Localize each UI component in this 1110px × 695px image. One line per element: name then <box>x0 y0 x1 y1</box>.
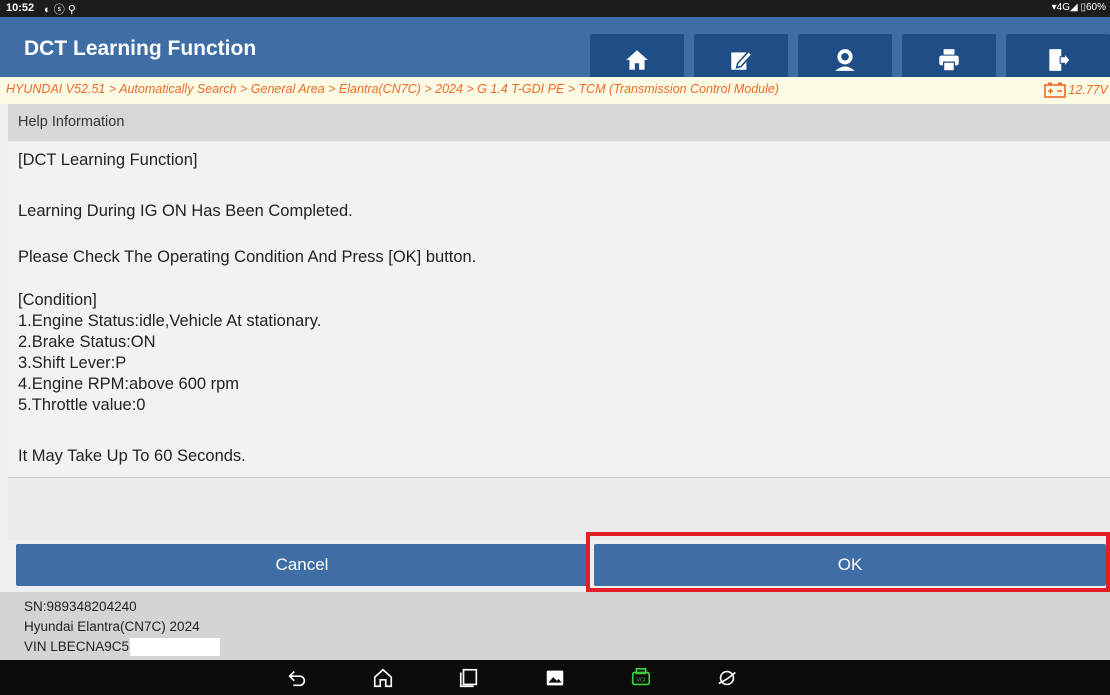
vci-button[interactable]: VCI <box>629 666 653 690</box>
help-information-header: Help Information <box>8 104 1110 141</box>
exit-icon <box>1049 49 1071 71</box>
serial-number: SN:989348204240 <box>24 599 137 614</box>
title-bar: DCT Learning Function <box>0 17 1110 86</box>
help-content: [DCT Learning Function] Learning During … <box>8 141 1110 478</box>
back-icon <box>288 670 306 687</box>
gallery-icon <box>546 670 564 686</box>
navigation-bar: VCI <box>0 660 1110 695</box>
ok-button[interactable]: OK <box>594 544 1106 586</box>
condition-item: 4.Engine RPM:above 600 rpm <box>18 375 240 393</box>
home-icon <box>626 50 648 70</box>
back-button[interactable] <box>285 666 309 690</box>
recents-button[interactable] <box>457 666 481 690</box>
vin-redaction <box>130 638 221 657</box>
page-title: DCT Learning Function <box>24 37 257 60</box>
action-buttons: Cancel OK <box>0 540 1110 592</box>
gallery-button[interactable] <box>543 666 567 690</box>
status-time: 10:52 <box>6 2 35 14</box>
condition-title: [Condition] <box>18 291 97 309</box>
condition-item: 3.Shift Lever:P <box>18 354 127 372</box>
content-footer: It May Take Up To 60 Seconds. <box>18 447 246 465</box>
empty-area <box>8 478 1110 540</box>
status-bar: 10:52 ◐ ⓢ ⚲ ▾4G◢ ▯60% <box>0 0 1110 17</box>
condition-item: 1.Engine Status:idle,Vehicle At stationa… <box>18 312 322 330</box>
print-icon <box>939 49 959 72</box>
breadcrumb: HYUNDAI V52.51 > Automatically Search > … <box>0 77 1110 104</box>
recents-icon <box>459 668 478 688</box>
vehicle-info: SN:989348204240 Hyundai Elantra(CN7C) 20… <box>0 592 1110 660</box>
browser-button[interactable] <box>715 666 739 690</box>
content-heading: [DCT Learning Function] <box>18 151 198 169</box>
browser-icon <box>718 670 736 686</box>
svg-text:VCI: VCI <box>636 678 646 684</box>
vci-icon: VCI <box>631 668 651 686</box>
content-line-completed: Learning During IG ON Has Been Completed… <box>18 202 353 220</box>
status-icons: ◐ ⓢ ⚲ <box>44 4 76 16</box>
status-right: ▾4G◢ ▯60% <box>1051 2 1106 13</box>
condition-item: 2.Brake Status:ON <box>18 333 156 351</box>
user-icon <box>835 49 855 71</box>
home-nav-icon <box>373 668 393 688</box>
condition-item: 5.Throttle value:0 <box>18 396 146 414</box>
voltage-value: 12.77V <box>1068 83 1108 97</box>
home-nav-button[interactable] <box>371 666 395 690</box>
cancel-button[interactable]: Cancel <box>16 544 588 586</box>
vehicle-model: Hyundai Elantra(CN7C) 2024 <box>24 619 200 634</box>
battery-voltage: 12.77V <box>1044 78 1108 102</box>
vin-number: VIN LBECNA9C5 <box>24 639 130 654</box>
edit-report-icon <box>731 50 753 70</box>
content-line-instruction: Please Check The Operating Condition And… <box>18 248 477 266</box>
vin-row: VIN LBECNA9C5 <box>24 637 1110 657</box>
battery-icon <box>1044 82 1067 98</box>
